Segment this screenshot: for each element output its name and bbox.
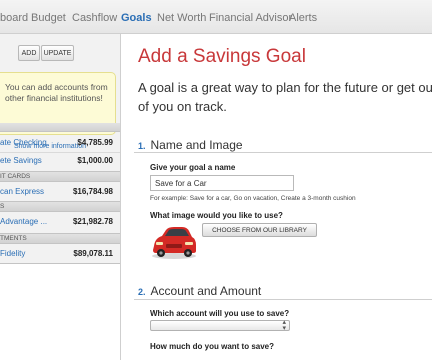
account-name: ete Savings [0,156,42,165]
nav-budget[interactable]: Budget [31,12,66,24]
account-balance: $4,785.99 [77,138,113,147]
sidebar-section-credit-cards: IT CARDS [0,171,120,182]
account-balance: $1,000.00 [77,156,113,165]
sidebar-section-investments: TMENTS [0,233,120,244]
account-balance: $89,078.11 [73,249,113,258]
account-row[interactable]: Fidelity $89,078.11 [0,245,120,263]
nav-net-worth[interactable]: Net Worth [157,12,206,24]
section-name-and-image: 1. Name and Image [138,138,243,152]
intro-text: A goal is a great way to plan for the fu… [138,80,432,114]
section-heading: Account and Amount [150,284,262,298]
section-heading: Name and Image [150,138,243,152]
account-name: Advantage ... [0,217,48,226]
account-select-label: Which account will you use to save? [150,309,290,318]
account-balance: $21,982.78 [72,217,113,226]
section-number: 1. [138,141,146,151]
nav-cashflow[interactable]: Cashflow [72,12,117,24]
accounts-sidebar: ADD UPDATE You can add accounts from oth… [0,34,121,360]
account-row[interactable]: ete Savings $1,000.00 [0,152,120,170]
select-arrows-icon: ▴ ▾ [282,319,286,332]
section-account-and-amount: 2. Account and Amount [138,284,261,298]
account-select[interactable]: ▴ ▾ [150,319,290,332]
section-number: 2. [138,287,146,297]
sidebar-section-header [0,123,120,132]
nav-alerts[interactable]: Alerts [289,12,317,24]
account-balance: $16,784.98 [72,187,113,196]
nav-dashboard[interactable]: board [0,12,28,24]
account-name: Fidelity [0,249,26,258]
nav-financial-advisor[interactable]: Financial Advisor [209,12,292,24]
account-row[interactable]: ate Checking $4,785.99 [0,134,120,152]
account-row[interactable]: Advantage ... $21,982.78 [0,213,120,231]
account-row[interactable]: can Express $16,784.98 [0,183,120,201]
section-rule [134,152,432,153]
section-rule [134,299,432,300]
account-name: can Express [0,187,45,196]
page-title: Add a Savings Goal [138,46,306,67]
goal-name-example: For example: Save for a car, Go on vacat… [150,195,356,202]
goal-name-label: Give your goal a name [150,163,236,172]
top-nav: board Budget Cashflow Goals Net Worth Fi… [0,0,432,34]
goal-image-label: What image would you like to use? [150,211,283,220]
sidebar-section-loans: S [0,201,120,212]
nav-goals[interactable]: Goals [121,12,152,24]
choose-from-library-button[interactable]: CHOOSE FROM OUR LIBRARY [202,223,317,237]
amount-label: How much do you want to save? [150,342,275,351]
sidebar-empty-area [0,264,120,360]
car-image[interactable] [150,222,198,260]
account-name: ate Checking [0,138,47,147]
update-accounts-button[interactable]: UPDATE [41,45,74,61]
goal-name-input[interactable] [150,175,294,191]
add-account-button[interactable]: ADD [18,45,40,61]
